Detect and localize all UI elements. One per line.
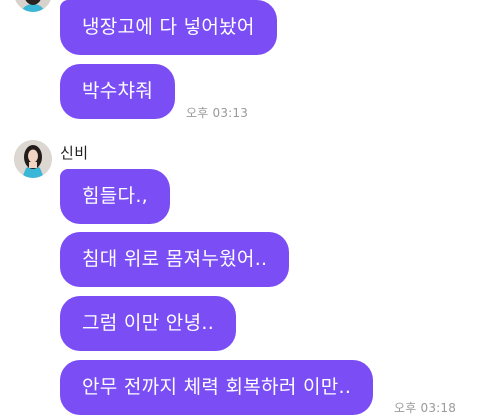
avatar[interactable] (14, 0, 52, 12)
profile-photo-avatar (14, 140, 52, 178)
message-timestamp: 오후 03:13 (186, 106, 249, 120)
avatar[interactable] (14, 140, 52, 178)
message-bubble[interactable]: 안무 전까지 체력 회복하러 이만.. (60, 360, 374, 415)
message-timestamp: 오후 03:18 (394, 401, 457, 415)
profile-photo-avatar (14, 0, 52, 12)
sender-name: 신비 (60, 144, 89, 162)
message-bubble[interactable]: 그럼 이만 안녕.. (60, 296, 237, 351)
message-bubble[interactable]: 박수챠줘 (60, 64, 176, 119)
message-bubble[interactable]: 냉장고에 다 넣어놨어 (60, 0, 277, 55)
chat-message-list[interactable]: 냉장고에 다 넣어놨어 박수챠줘 오후 03:13 신비 힘들다., 침대 위로… (0, 0, 480, 416)
message-bubble[interactable]: 침대 위로 몸져누웠어.. (60, 232, 290, 287)
message-bubble[interactable]: 힘들다., (60, 169, 171, 224)
